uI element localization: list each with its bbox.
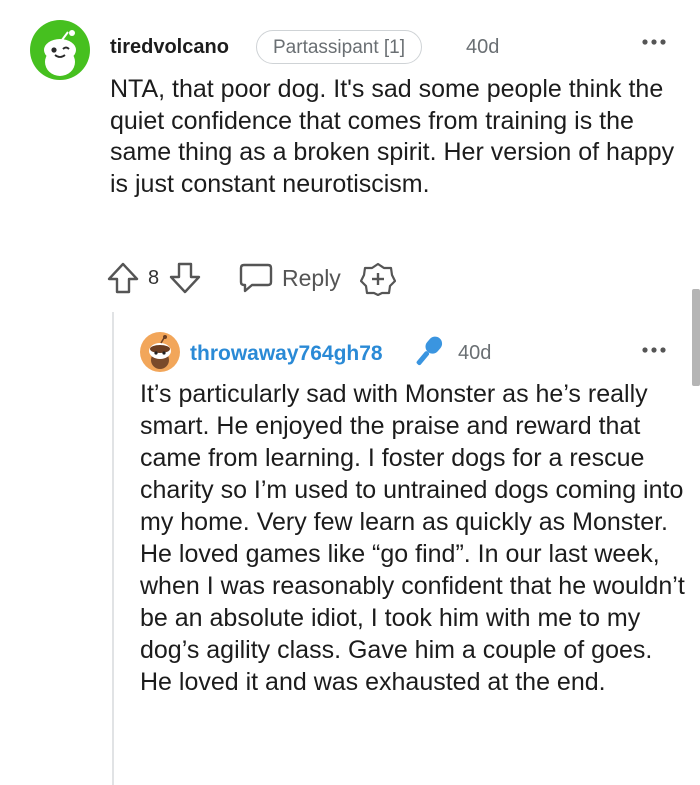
more-options-button[interactable] bbox=[640, 340, 668, 360]
op-badge bbox=[410, 332, 446, 372]
snoo-avatar-icon bbox=[140, 332, 180, 372]
award-plus-icon bbox=[359, 262, 397, 297]
award-button[interactable] bbox=[359, 262, 397, 297]
upvote-arrow-icon bbox=[107, 262, 139, 294]
comment-author[interactable]: tiredvolcano bbox=[110, 36, 229, 59]
avatar[interactable] bbox=[30, 20, 90, 80]
comment-body: NTA, that poor dog. It's sad some people… bbox=[110, 75, 675, 198]
user-flair: Partassipant [1] bbox=[256, 30, 423, 64]
more-options-button[interactable] bbox=[640, 30, 668, 50]
vote-count: 8 bbox=[148, 267, 160, 289]
avatar[interactable] bbox=[140, 332, 180, 372]
more-options-icon bbox=[642, 347, 666, 353]
comment-timestamp: 40d bbox=[466, 36, 500, 58]
reply-author[interactable]: throwaway764gh78 bbox=[190, 342, 383, 366]
snoo-avatar-icon bbox=[30, 20, 90, 80]
downvote-button[interactable] bbox=[168, 260, 202, 296]
more-options-icon bbox=[642, 39, 666, 45]
speech-bubble-icon bbox=[238, 262, 274, 294]
reply-body: It’s particularly sad with Monster as he… bbox=[140, 380, 685, 696]
upvote-button[interactable] bbox=[106, 260, 140, 296]
reply-label[interactable]: Reply bbox=[282, 265, 341, 292]
microphone-icon bbox=[416, 336, 443, 366]
thread-line[interactable] bbox=[112, 312, 114, 785]
reply-timestamp: 40d bbox=[458, 342, 492, 364]
downvote-arrow-icon bbox=[169, 262, 201, 294]
scrollbar[interactable] bbox=[692, 289, 700, 386]
